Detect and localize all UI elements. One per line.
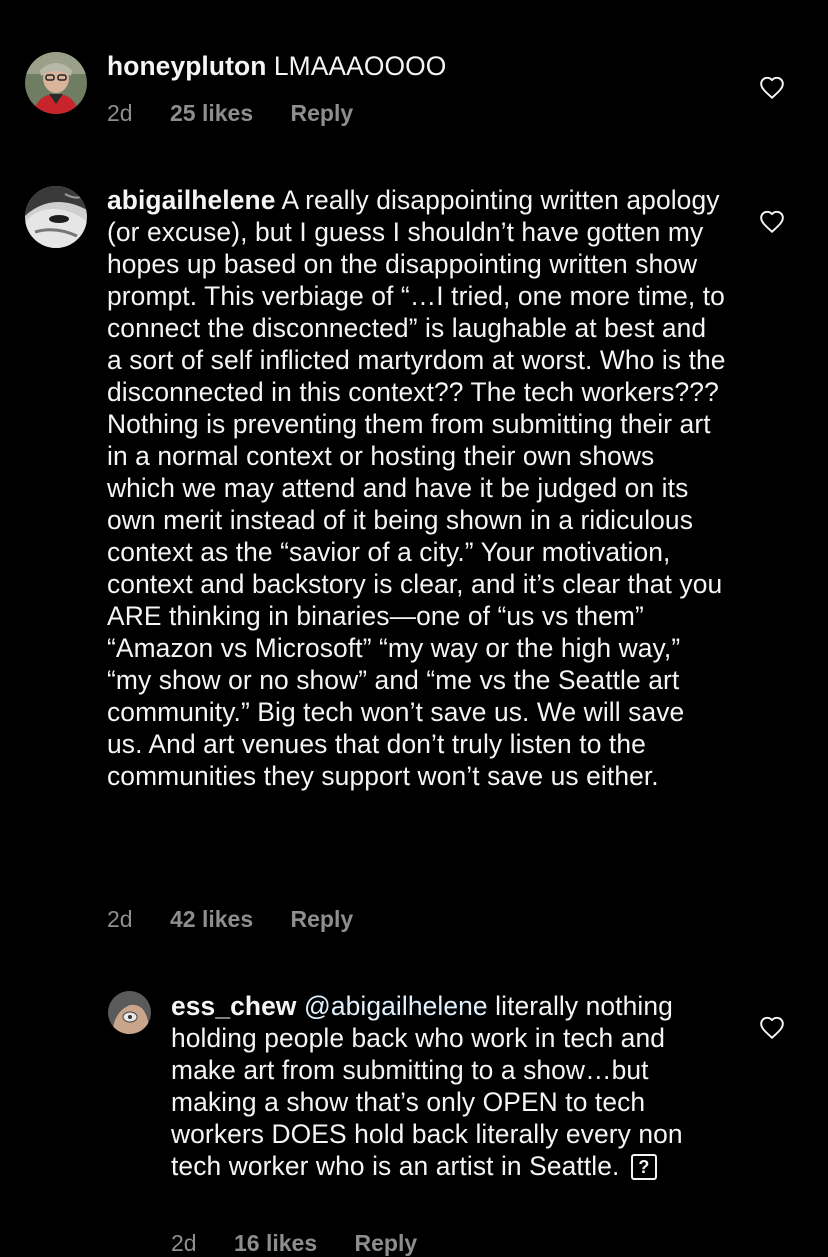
comment-body: honeypluton LMAAAOOOO	[107, 50, 722, 82]
comment-username[interactable]: ess_chew	[171, 991, 297, 1021]
comment-body: abigailhelene A really disappointing wri…	[107, 184, 727, 792]
reply-button[interactable]: Reply	[355, 1230, 418, 1256]
comment-body: ess_chew @abigailhelene literally nothin…	[171, 990, 731, 1182]
reply-button[interactable]: Reply	[291, 100, 354, 126]
avatar[interactable]	[108, 991, 151, 1034]
comment-text: A really disappointing written apology (…	[107, 185, 726, 791]
comment-abigailhelene: abigailhelene A really disappointing wri…	[0, 150, 828, 970]
comment-honeypluton: honeypluton LMAAAOOOO 2d 25 likes Reply	[0, 0, 828, 150]
comment-username[interactable]: abigailhelene	[107, 185, 276, 215]
comment-mention[interactable]: @abigailhelene	[304, 991, 488, 1021]
comment-time: 2d	[107, 906, 133, 932]
comment-time: 2d	[107, 100, 133, 126]
comment-ess_chew: ess_chew @abigailhelene literally nothin…	[0, 970, 828, 1256]
heart-outline-icon[interactable]	[759, 209, 785, 235]
missing-emoji-icon: ?	[630, 1154, 657, 1180]
comment-likes[interactable]: 25 likes	[170, 100, 253, 126]
comment-text: LMAAAOOOO	[273, 51, 447, 81]
avatar[interactable]	[25, 186, 87, 248]
avatar[interactable]	[25, 52, 87, 114]
reply-button[interactable]: Reply	[291, 906, 354, 932]
comment-username[interactable]: honeypluton	[107, 51, 266, 81]
comment-meta: 2d 16 likes Reply	[171, 1230, 448, 1257]
comment-likes[interactable]: 16 likes	[234, 1230, 317, 1256]
heart-outline-icon[interactable]	[759, 1015, 785, 1041]
comment-likes[interactable]: 42 likes	[170, 906, 253, 932]
heart-outline-icon[interactable]	[759, 75, 785, 101]
comment-meta: 2d 25 likes Reply	[107, 100, 384, 127]
comment-time: 2d	[171, 1230, 197, 1256]
comment-meta: 2d 42 likes Reply	[107, 906, 384, 933]
